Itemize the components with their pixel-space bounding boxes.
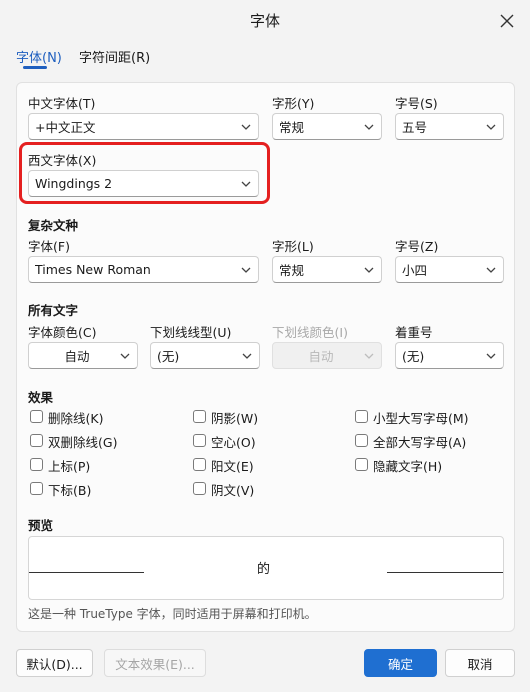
font-color-select[interactable]: 自动 [28, 342, 138, 369]
font-color-label: 字体颜色(C) [28, 325, 97, 340]
chevron-down-icon [364, 124, 374, 130]
shadow-label[interactable]: 阴影(W) [211, 408, 258, 427]
underline-style-select[interactable]: (无) [150, 342, 260, 369]
strikethrough-label[interactable]: 删除线(K) [48, 408, 103, 427]
underline-color-select: 自动 [272, 342, 382, 369]
size-value: 五号 [402, 120, 428, 135]
outline-checkbox[interactable] [193, 434, 206, 447]
chevron-down-icon [486, 353, 496, 359]
active-tab-indicator [23, 66, 47, 69]
chevron-down-icon [486, 124, 496, 130]
chevron-down-icon [241, 267, 251, 273]
preview-baseline-left [29, 572, 144, 573]
close-button[interactable] [494, 8, 520, 34]
style-select[interactable]: 常规 [272, 113, 382, 140]
style-value: 常规 [279, 120, 305, 135]
small-caps-checkbox[interactable] [355, 410, 368, 423]
complex-font-value: Times New Roman [35, 262, 151, 277]
dialog-title: 字体 [249, 12, 280, 30]
all-caps-checkbox[interactable] [355, 434, 368, 447]
superscript-label[interactable]: 上标(P) [48, 456, 90, 475]
ok-button[interactable]: 确定 [364, 649, 437, 677]
preview-sample-text: 的 [257, 562, 271, 577]
engrave-label[interactable]: 阴文(V) [211, 480, 254, 499]
complex-style-select[interactable]: 常规 [272, 256, 382, 283]
cancel-button[interactable]: 取消 [445, 649, 515, 677]
emboss-label[interactable]: 阳文(E) [211, 456, 254, 475]
underline-style-label: 下划线线型(U) [150, 325, 232, 340]
emphasis-mark-select[interactable]: (无) [395, 342, 504, 369]
chinese-font-label: 中文字体(T) [28, 96, 96, 111]
chevron-down-icon [364, 353, 374, 359]
font-color-value: 自动 [64, 349, 90, 364]
underline-style-value: (无) [157, 349, 180, 364]
all-caps-label[interactable]: 全部大写字母(A) [373, 432, 466, 451]
emphasis-mark-value: (无) [402, 349, 425, 364]
close-icon [500, 14, 514, 28]
emphasis-mark-label: 着重号 [395, 325, 433, 340]
superscript-checkbox[interactable] [30, 458, 43, 471]
subscript-label[interactable]: 下标(B) [48, 480, 91, 499]
complex-size-label: 字号(Z) [395, 239, 439, 254]
underline-color-value: 自动 [308, 349, 334, 364]
tab-character-spacing[interactable]: 字符间距(R) [79, 47, 150, 66]
complex-style-label: 字形(L) [272, 239, 314, 254]
style-label: 字形(Y) [272, 96, 315, 111]
complex-style-value: 常规 [279, 263, 305, 278]
preview-baseline-right [387, 572, 503, 573]
complex-size-value: 小四 [402, 263, 428, 278]
chinese-font-value: +中文正文 [35, 120, 96, 135]
size-label: 字号(S) [395, 96, 438, 111]
chevron-down-icon [242, 353, 252, 359]
tab-font[interactable]: 字体(N) [16, 47, 62, 66]
shadow-checkbox[interactable] [193, 410, 206, 423]
complex-font-label: 字体(F) [28, 239, 70, 254]
outline-label[interactable]: 空心(O) [211, 432, 256, 451]
size-select[interactable]: 五号 [395, 113, 504, 140]
text-effects-button: 文本效果(E)... [104, 649, 206, 677]
complex-script-heading: 复杂文种 [28, 218, 79, 233]
effects-heading: 效果 [28, 390, 54, 405]
engrave-checkbox[interactable] [193, 482, 206, 495]
chevron-down-icon [486, 267, 496, 273]
hidden-text-checkbox[interactable] [355, 458, 368, 471]
preview-heading: 预览 [28, 518, 54, 533]
complex-size-select[interactable]: 小四 [395, 256, 504, 283]
double-strikethrough-label[interactable]: 双删除线(G) [48, 432, 117, 451]
hidden-text-label[interactable]: 隐藏文字(H) [373, 456, 442, 475]
complex-font-select[interactable]: Times New Roman [28, 256, 259, 283]
chevron-down-icon [120, 353, 130, 359]
subscript-checkbox[interactable] [30, 482, 43, 495]
font-type-note: 这是一种 TrueType 字体，同时适用于屏幕和打印机。 [28, 607, 317, 621]
emboss-checkbox[interactable] [193, 458, 206, 471]
underline-color-label: 下划线颜色(I) [272, 325, 348, 340]
strikethrough-checkbox[interactable] [30, 410, 43, 423]
all-text-heading: 所有文字 [28, 303, 79, 318]
highlight-box [19, 142, 270, 204]
double-strikethrough-checkbox[interactable] [30, 434, 43, 447]
small-caps-label[interactable]: 小型大写字母(M) [373, 408, 469, 427]
chevron-down-icon [241, 124, 251, 130]
chinese-font-select[interactable]: +中文正文 [28, 113, 259, 140]
chevron-down-icon [364, 267, 374, 273]
default-button[interactable]: 默认(D)... [16, 649, 93, 677]
